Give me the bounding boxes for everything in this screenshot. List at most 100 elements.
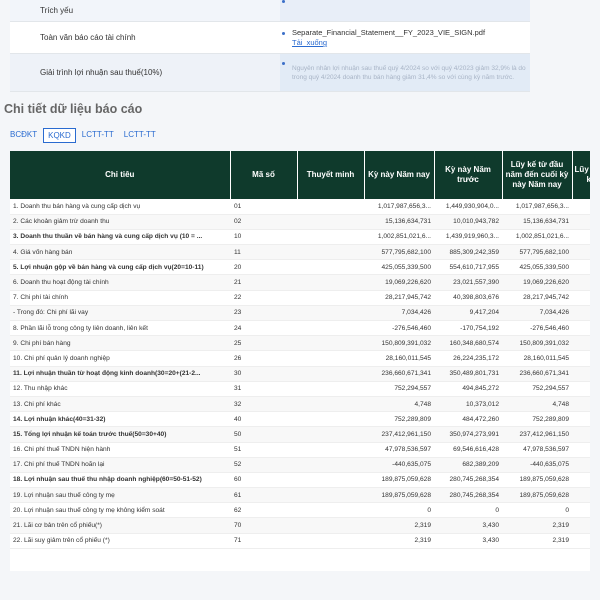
cell-c4	[572, 411, 590, 428]
report-table-container[interactable]: Chỉ tiêu Mã số Thuyết minh Kỳ này Năm na…	[10, 151, 590, 571]
cell-name: 9. Chi phí bán hàng	[10, 335, 230, 352]
table-row: 18. Lợi nhuận sau thuế thu nhập doanh ng…	[10, 472, 590, 489]
cell-code: 30	[230, 366, 297, 382]
cell-c4	[572, 517, 590, 534]
cell-c1: 752,289,809	[364, 411, 434, 428]
cell-c2: 885,309,242,359	[434, 244, 502, 261]
cell-c1: -440,635,075	[364, 457, 434, 473]
cell-c3: 2,319	[502, 533, 572, 549]
cell-code: 51	[230, 442, 297, 458]
cell-name: - Trong đó: Chi phí lãi vay	[10, 305, 230, 322]
cell-c3: 752,294,557	[502, 381, 572, 397]
cell-c1: 1,002,851,021,6...	[364, 229, 434, 246]
cell-name: 2. Các khoản giảm trừ doanh thu	[10, 214, 230, 230]
cell-c4: 160	[572, 335, 590, 352]
col-header-ytd-current[interactable]: Lũy kế từ đầu năm đến cuối kỳ này Năm na…	[502, 151, 573, 199]
cell-name: 14. Lợi nhuận khác(40=31-32)	[10, 411, 230, 428]
table-row: 7. Chi phí tài chính 22 28,217,945,742 40,3…	[10, 290, 590, 306]
cell-c2: 1,439,919,960,3...	[434, 229, 502, 246]
cell-c4: 69	[572, 442, 590, 458]
cell-code: 31	[230, 381, 297, 397]
cell-c4: 10	[572, 214, 590, 230]
col-header-prior[interactable]: Kỳ này Năm trước	[434, 151, 503, 199]
cell-code: 60	[230, 472, 297, 489]
cell-code: 11	[230, 244, 297, 261]
info-label: Toàn văn báo cáo tài chính	[40, 33, 136, 42]
table-header-row: Chỉ tiêu Mã số Thuyết minh Kỳ này Năm na…	[10, 151, 590, 199]
cell-name: 6. Doanh thu hoạt động tài chính	[10, 274, 230, 291]
table-row: 1. Doanh thu bán hàng và cung cấp dịch v…	[10, 199, 590, 215]
cell-code: 21	[230, 274, 297, 291]
cell-c3: 752,289,809	[502, 411, 572, 428]
cell-code: 23	[230, 305, 297, 322]
cell-c1: 425,055,339,500	[364, 259, 434, 276]
cell-c4: 350	[572, 366, 590, 382]
tab-bcdkt[interactable]: BCĐKT	[6, 128, 41, 143]
table-row: 17. Chi phí thuế TNDN hoãn lại 52 -440,635…	[10, 457, 590, 473]
cell-note	[297, 457, 364, 473]
cell-c4	[572, 381, 590, 397]
cell-note	[297, 305, 364, 322]
cell-c1: 7,034,426	[364, 305, 434, 322]
tab-lctt-tt-1[interactable]: LCTT-TT	[78, 128, 118, 143]
cell-name: 7. Chi phí tài chính	[10, 290, 230, 306]
section-title: Chi tiết dữ liệu báo cáo	[4, 102, 143, 116]
cell-c4: 23	[572, 274, 590, 291]
cell-c2: 682,389,209	[434, 457, 502, 473]
cell-name: 20. Lợi nhuận sau thuế công ty mẹ không …	[10, 502, 230, 519]
bullet-icon	[282, 62, 285, 65]
tab-kqkd[interactable]: KQKD	[43, 128, 76, 143]
cell-name: 22. Lãi suy giảm trên cổ phiếu (*)	[10, 533, 230, 549]
cell-c1: 189,875,059,628	[364, 472, 434, 489]
cell-note	[297, 533, 364, 549]
cell-note	[297, 320, 364, 337]
bullet-icon	[282, 32, 285, 35]
cell-code: 50	[230, 426, 297, 443]
cell-c3: 189,875,059,628	[502, 487, 572, 504]
col-header-current[interactable]: Kỳ này Năm nay	[364, 151, 435, 199]
cell-c3: 1,017,987,656,3...	[502, 199, 572, 215]
cell-c1: 4,748	[364, 396, 434, 413]
cell-c1: 2,319	[364, 533, 434, 549]
cell-note	[297, 199, 364, 215]
cell-code: 01	[230, 199, 297, 215]
cell-c2: 10,373,012	[434, 396, 502, 413]
cell-c4	[572, 396, 590, 413]
cell-c3: 0	[502, 502, 572, 519]
cell-code: 40	[230, 411, 297, 428]
table-row: 20. Lợi nhuận sau thuế công ty mẹ không …	[10, 502, 590, 519]
cell-c1: 1,017,987,656,3...	[364, 199, 434, 215]
cell-name: 3. Doanh thu thuần về bán hàng và cung c…	[10, 229, 230, 246]
cell-note	[297, 487, 364, 504]
info-value: Separate_Financial_Statement__FY_2023_VI…	[280, 22, 530, 53]
cell-code: 61	[230, 487, 297, 504]
cell-c1: -276,546,460	[364, 320, 434, 337]
col-header-note[interactable]: Thuyết minh	[297, 151, 365, 199]
cell-note	[297, 244, 364, 261]
cell-note	[297, 442, 364, 458]
cell-c2: 350,489,801,731	[434, 366, 502, 382]
cell-c1: 19,069,226,620	[364, 274, 434, 291]
cell-c3: 150,809,391,032	[502, 335, 572, 352]
col-header-ytd-prior[interactable]: Lũy năm kỳ	[572, 151, 590, 199]
cell-code: 20	[230, 259, 297, 276]
cell-note	[297, 214, 364, 230]
cell-name: 15. Tổng lợi nhuận kế toán trước thuế(50…	[10, 426, 230, 443]
col-header-code[interactable]: Mã số	[230, 151, 298, 199]
cell-note	[297, 259, 364, 276]
cell-c2: 484,472,260	[434, 411, 502, 428]
report-tabs: BCĐKT KQKD LCTT-TT LCTT-TT	[6, 128, 160, 143]
table-row: 14. Lợi nhuận khác(40=31-32) 40 752,289,80…	[10, 411, 590, 428]
cell-c2: 26,224,235,172	[434, 350, 502, 367]
cell-c4: 554	[572, 259, 590, 276]
table-row: 2. Các khoản giảm trừ doanh thu 02 15,136,…	[10, 214, 590, 230]
cell-c3: 7,034,426	[502, 305, 572, 322]
download-link[interactable]: Tải_xuống	[292, 38, 530, 47]
tab-lctt-tt-2[interactable]: LCTT-TT	[120, 128, 160, 143]
table-row: 13. Chi phí khác 32 4,748 10,373,012 4,748	[10, 396, 590, 413]
col-header-name[interactable]: Chỉ tiêu	[10, 151, 231, 199]
cell-note	[297, 229, 364, 246]
cell-c4: 26	[572, 350, 590, 367]
explanation-text: Nguyên nhân lợi nhuận sau thuế quý 4/202…	[292, 64, 526, 81]
cell-c1: 47,978,536,597	[364, 442, 434, 458]
